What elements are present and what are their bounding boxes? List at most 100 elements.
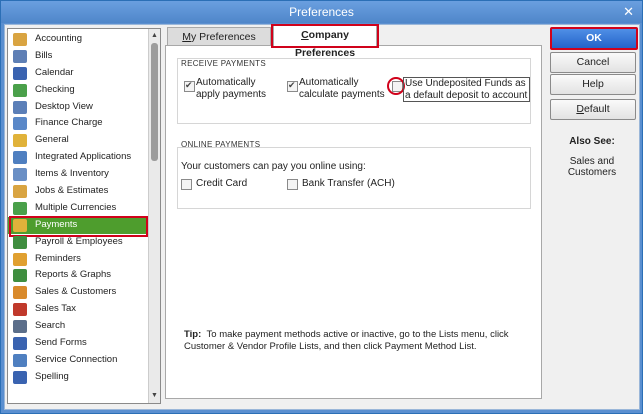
sidebar-item-label: Send Forms (35, 337, 87, 349)
sidebar-item-sales-customers[interactable]: Sales & Customers (8, 284, 148, 301)
sidebar-item-checking[interactable]: Checking (8, 82, 148, 99)
tab-my-preferences-mnemonic: M (182, 31, 191, 43)
default-button-mnemonic: D (576, 103, 584, 115)
sidebar-item-reports-graphs[interactable]: Reports & Graphs (8, 267, 148, 284)
multiple-currencies-icon (13, 201, 27, 215)
sidebar-item-label: Calendar (35, 66, 74, 78)
sidebar-item-payroll-employees[interactable]: Payroll & Employees (8, 234, 148, 251)
scroll-down-icon[interactable]: ▼ (150, 391, 159, 401)
sidebar-item-label: Accounting (35, 33, 83, 44)
sidebar-item-payments[interactable]: Payments (8, 215, 148, 237)
payroll-employees-icon (13, 235, 27, 249)
online-payments-title: ONLINE PAYMENTS (181, 140, 261, 149)
reports-graphs-icon (13, 269, 27, 283)
general-icon (13, 134, 27, 148)
window-title: Preferences (289, 5, 354, 19)
sidebar-item-search[interactable]: Search (8, 318, 148, 335)
payments-icon (13, 218, 27, 232)
sidebar-item-label: Integrated Applications (35, 151, 132, 163)
search-icon (13, 320, 27, 334)
sidebar-item-label: Multiple Currencies (35, 201, 117, 213)
sidebar-item-label: Reminders (35, 252, 81, 264)
auto-calc-checkbox[interactable] (287, 80, 298, 92)
sidebar-item-label: Payroll & Employees (35, 235, 123, 247)
sidebar-item-spelling[interactable]: Spelling (8, 369, 148, 386)
auto-apply-label: Automatically apply payments (196, 77, 267, 100)
list-scrollbar[interactable]: ▲ ▼ (148, 29, 160, 403)
integrated-applications-icon (13, 151, 27, 165)
tip-text: Tip: To make payment methods active or i… (184, 329, 524, 353)
sidebar-item-finance-charge[interactable]: Finance Charge (8, 115, 148, 132)
sidebar-item-label: Finance Charge (35, 117, 103, 129)
sidebar-item-bills[interactable]: Bills (8, 48, 148, 65)
sidebar-item-calendar[interactable]: Calendar (8, 65, 148, 82)
tab-my-preferences[interactable]: My Preferences (167, 27, 271, 46)
sidebar-item-service-connection[interactable]: Service Connection (8, 352, 148, 369)
sidebar-item-label: Search (35, 320, 66, 332)
sidebar-item-general[interactable]: General (8, 132, 148, 149)
also-see-sales-customers-link[interactable]: Sales and Customers (550, 156, 634, 178)
preferences-list[interactable]: Accounting Bills Calendar Checking Desktop V… (7, 28, 161, 404)
preferences-window: Preferences ✕ Accounting Bills Calendar Che… (0, 0, 643, 414)
also-see-title: Also See: (569, 136, 615, 147)
tab-my-preferences-label: y Preferences (190, 31, 256, 43)
online-payments-intro: Your customers can pay you online using: (181, 161, 366, 172)
bank-transfer-label: Bank Transfer (ACH) (302, 178, 395, 189)
tab-company-preferences-mnemonic: C (301, 29, 309, 41)
send-forms-icon (13, 337, 27, 351)
sidebar-item-label: Desktop View (35, 100, 93, 112)
credit-card-checkbox[interactable] (181, 179, 192, 190)
title-bar: Preferences ✕ (1, 1, 642, 23)
auto-calc-label: Automatically calculate payments (299, 77, 385, 100)
items-inventory-icon (13, 168, 27, 182)
sidebar-item-label: Checking (35, 83, 75, 95)
desktop-view-icon (13, 100, 27, 114)
tip-label: Tip: (184, 329, 202, 340)
help-button[interactable]: Help (550, 74, 636, 95)
sidebar-item-integrated-applications[interactable]: Integrated Applications (8, 149, 148, 166)
sidebar-item-send-forms[interactable]: Send Forms (8, 335, 148, 352)
auto-apply-checkbox[interactable] (184, 80, 195, 92)
accounting-icon (13, 33, 27, 46)
sidebar-item-sales-tax[interactable]: Sales Tax (8, 301, 148, 318)
ok-button[interactable]: OK (550, 27, 638, 50)
bank-transfer-checkbox[interactable] (287, 179, 298, 190)
jobs-estimates-icon (13, 185, 27, 199)
sidebar-item-multiple-currencies[interactable]: Multiple Currencies (8, 200, 148, 217)
sidebar-item-label: Sales Tax (35, 303, 77, 315)
credit-card-label: Credit Card (196, 178, 248, 189)
company-preferences-panel: RECEIVE PAYMENTS Automatically apply pay… (165, 45, 542, 399)
sidebar-item-jobs-estimates[interactable]: Jobs & Estimates (8, 183, 148, 200)
sidebar-item-desktop-view[interactable]: Desktop View (8, 99, 148, 116)
preferences-list-items: Accounting Bills Calendar Checking Desktop V… (8, 31, 148, 386)
dialog-body: Accounting Bills Calendar Checking Desktop V… (4, 24, 640, 410)
sidebar-item-label: Reports & Graphs (35, 269, 112, 281)
spelling-icon (13, 370, 27, 384)
tip-body: To make payment methods active or inacti… (184, 329, 509, 352)
sidebar-item-accounting[interactable]: Accounting (8, 31, 148, 48)
sidebar-item-items-inventory[interactable]: Items & Inventory (8, 166, 148, 183)
scroll-up-icon[interactable]: ▲ (150, 31, 159, 41)
default-button-label: efault (583, 103, 610, 115)
close-icon[interactable]: ✕ (623, 4, 634, 20)
sidebar-item-label: Spelling (35, 370, 69, 382)
sales-tax-icon (13, 303, 27, 317)
sidebar-item-reminders[interactable]: Reminders (8, 251, 148, 268)
calendar-icon (13, 66, 27, 80)
reminders-icon (13, 252, 27, 266)
scroll-thumb[interactable] (151, 43, 158, 161)
undeposited-funds-label: Use Undeposited Funds as a default depos… (403, 77, 530, 102)
receive-payments-title: RECEIVE PAYMENTS (181, 59, 266, 68)
sales-customers-icon (13, 286, 27, 300)
finance-charge-icon (13, 117, 27, 131)
sidebar-item-label: General (35, 134, 69, 146)
cancel-button[interactable]: Cancel (550, 52, 636, 73)
default-button[interactable]: Default (550, 99, 636, 120)
sidebar-item-label: Jobs & Estimates (35, 185, 109, 197)
sidebar-item-label: Sales & Customers (35, 286, 117, 298)
tab-company-preferences[interactable]: Company Preferences (271, 24, 379, 59)
sidebar-item-label: Service Connection (35, 353, 118, 365)
sidebar-item-label: Payments (35, 218, 78, 230)
bills-icon (13, 49, 27, 63)
tab-company-preferences-label: ompany Preferences (294, 29, 356, 59)
